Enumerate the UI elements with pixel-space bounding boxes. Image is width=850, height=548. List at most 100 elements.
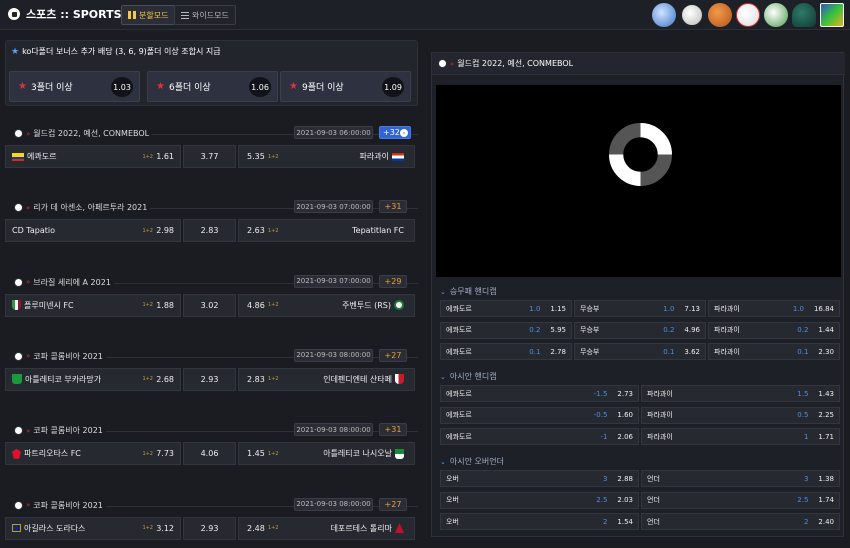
away-odds-button[interactable]: 2.63 1+2 Tepatitlan FC [238,219,415,243]
odds-option-button[interactable]: 오버 3 2.88 [440,470,639,487]
league-label: » 코파 콜롬비아 2021 [14,425,106,437]
arrow-icon: » [450,59,455,68]
soccer-ball-icon [14,351,23,361]
odds-option-button[interactable]: 언더 3 1.38 [641,470,840,487]
team-logo-icon [392,152,404,161]
more-markets-button[interactable]: +31 [379,423,407,437]
odds-option-button[interactable]: 파라과이 1.0 16.84 [708,300,840,317]
esports-icon[interactable] [820,3,844,27]
odds-row: 아틀레티코 부카라망가 1+2 2.68 2.93 2.83 1+2 인데펜디엔테 산타… [5,367,415,391]
market-title[interactable]: ⌄ 아시안 핸디캡 [440,371,497,382]
away-odds-button[interactable]: 4.86 1+2 주벤투드 (RS) [238,293,415,317]
volleyball-icon[interactable] [764,3,788,27]
draw-odds-button[interactable]: 3.02 [183,293,236,317]
bonus-6-button[interactable]: ★ 6폴더 이상 1.06 [147,71,278,102]
odds-option-button[interactable]: 파라과이 1.5 1.43 [641,385,840,402]
odds-option-button[interactable]: 무승부 1.0 7.13 [574,300,706,317]
league-label: » 코파 콜롬비아 2021 [14,499,106,511]
home-odds-button[interactable]: 아틀레티코 부카라망가 1+2 2.68 [5,367,181,391]
basketball-icon[interactable] [708,3,732,27]
bonus-9-button[interactable]: ★ 9폴더 이상 1.09 [280,71,411,102]
odds-row: 아길라스 도라다스 1+2 3.12 2.93 2.48 1+2 데포르테스 톨리마 [5,516,415,540]
match-header: » 브라질 세리에 A 2021 2021-09-03 07:00:00 +29 [5,274,418,290]
odds-option-button[interactable]: 언더 2 2.40 [641,513,840,530]
star-icon: ★ [289,81,298,92]
odds-option-button[interactable]: 파라과이 1 1.71 [641,428,840,445]
draw-odds-button[interactable]: 2.83 [183,219,236,243]
home-odds-button[interactable]: 플루미넨시 FC 1+2 1.88 [5,293,181,317]
soccer-ball-icon [14,277,23,287]
odds-row: 파트리오타스 FC 1+2 7.73 4.06 1.45 1+2 아틀레티코 나시오날 [5,442,415,466]
away-odds-button[interactable]: 1.45 1+2 아틀레티코 나시오날 [238,442,415,466]
odds-option-button[interactable]: 파라과이 0.5 2.25 [641,406,840,424]
match-header: » 코파 콜롬비아 2021 2021-09-03 08:00:00 +27 [5,348,418,364]
baseball-icon[interactable] [736,3,760,27]
away-odds-button[interactable]: 2.83 1+2 인데펜디엔테 산타페 [238,367,415,391]
match-datetime: 2021-09-03 08:00:00 [294,348,373,362]
more-markets-button[interactable]: +31 [379,200,407,214]
draw-odds-button[interactable]: 4.06 [183,442,236,466]
market-title[interactable]: ⌄ 아시안 오버언더 [440,456,504,467]
split-mode-button[interactable]: 분할모드 [121,5,176,25]
odds-option-button[interactable]: 파라과이 0.1 2.30 [708,343,840,360]
draw-odds-button[interactable]: 2.93 [183,367,236,391]
soccer-ball-icon[interactable] [680,3,704,27]
team-logo-icon [12,300,21,311]
match-header: » 코파 콜롬비아 2021 2021-09-03 08:00:00 +31 [5,423,418,438]
soccer-ball-icon [14,129,23,138]
arrow-icon: » [26,129,31,138]
odds-option-button[interactable]: 무승부 0.1 3.62 [574,343,706,360]
team-logo-icon [395,448,404,459]
brand[interactable]: 스포츠 :: SPORTS [7,6,122,22]
detail-title-bar: » 월드컵 2022, 예선, CONMEBOL [432,53,845,75]
odds-option-button[interactable]: 에콰도르 0.1 2.78 [440,343,572,360]
odds-row: CD Tapatio 1+2 2.98 2.83 2.63 1+2 Tepatitlan… [5,219,415,243]
odds-option-button[interactable]: 언더 2.5 1.74 [641,491,840,509]
match-header: » 월드컵 2022, 예선, CONMEBOL 2021-09-03 06:00… [5,126,418,141]
home-odds-button[interactable]: 아길라스 도라다스 1+2 3.12 [5,516,181,540]
match-datetime: 2021-09-03 08:00:00 [294,497,373,511]
home-odds-button[interactable]: 에콰도르 1+2 1.61 [5,145,181,168]
arrow-icon: » [26,203,31,212]
star-icon: ★ [11,46,20,57]
draw-odds-button[interactable]: 3.77 [183,145,236,168]
star-icon: ★ [18,81,27,92]
match-block: » 월드컵 2022, 예선, CONMEBOL 2021-09-03 06:00… [5,126,418,176]
odds-option-button[interactable]: 에콰도르 0.2 5.95 [440,321,572,339]
globe-icon[interactable] [652,3,676,27]
more-markets-button[interactable]: +27 [379,348,407,362]
odds-option-button[interactable]: 파라과이 0.2 1.44 [708,321,840,339]
odds-option-button[interactable]: 오버 2.5 2.03 [440,491,639,509]
loading-spinner-icon [609,123,672,186]
match-block: » 코파 콜롬비아 2021 2021-09-03 08:00:00 +27 아틀… [5,348,418,399]
more-markets-button[interactable]: +29 [379,274,407,288]
odds-option-button[interactable]: 오버 2 1.54 [440,513,639,530]
odds-option-button[interactable]: 에콰도르 1.0 1.15 [440,300,572,317]
odds-option-button[interactable]: 에콰도르 -0.5 1.60 [440,406,639,424]
match-datetime: 2021-09-03 07:00:00 [294,200,373,214]
home-odds-button[interactable]: CD Tapatio 1+2 2.98 [5,219,181,243]
odds-option-button[interactable]: 에콰도르 -1 2.06 [440,428,639,445]
match-detail-panel: » 월드컵 2022, 예선, CONMEBOL ⌄ 승무패 핸디캡에콰도르 1.0 1… [431,52,845,537]
hockey-helmet-icon[interactable] [792,3,816,27]
home-odds-button[interactable]: 파트리오타스 FC 1+2 7.73 [5,442,181,466]
more-markets-button[interactable]: +27 [379,497,407,511]
wide-mode-button[interactable]: 와이드모드 [174,5,236,25]
bonus-panel: ★ ko다폴더 보너스 추가 배당 (3, 6, 9)폴더 이상 조합시 지급 ★… [5,40,418,106]
arrow-icon: » [26,501,31,509]
bonus-3-button[interactable]: ★ 3폴더 이상 1.03 [9,71,140,102]
soccer-ball-icon [438,59,447,68]
more-markets-button[interactable]: +32 › [379,126,411,139]
away-odds-button[interactable]: 5.35 1+2 파라과이 [238,145,415,168]
team-logo-icon [12,374,22,385]
away-odds-button[interactable]: 2.48 1+2 데포르테스 톨리마 [238,516,415,540]
match-datetime: 2021-09-03 06:00:00 [294,126,373,139]
odds-option-button[interactable]: 에콰도르 -1.5 2.73 [440,385,639,402]
league-label: » 브라질 세리에 A 2021 [14,276,114,288]
match-block: » 코파 콜롬비아 2021 2021-09-03 08:00:00 +27 아길… [5,497,418,548]
draw-odds-button[interactable]: 2.93 [183,516,236,540]
odds-option-button[interactable]: 무승부 0.2 4.96 [574,321,706,339]
market-title[interactable]: ⌄ 승무패 핸디캡 [440,286,497,297]
match-datetime: 2021-09-03 07:00:00 [294,274,373,288]
list-icon [181,11,189,19]
